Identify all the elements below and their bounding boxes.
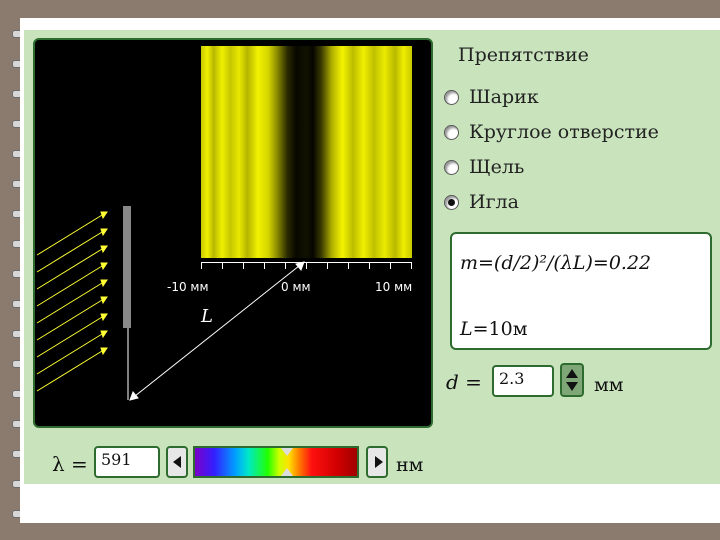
- radio-circle-icon[interactable]: [444, 159, 459, 175]
- needle-obstacle: [123, 206, 131, 328]
- diameter-symbol: d: [446, 370, 459, 394]
- radio-slit[interactable]: Щель: [444, 156, 524, 178]
- radio-needle[interactable]: Игла: [444, 191, 519, 213]
- distance-readout: L=10м: [460, 318, 528, 340]
- radio-label: Круглое отверстие: [469, 121, 659, 143]
- radio-label: Щель: [469, 156, 525, 178]
- simulation-view: -10 мм 0 мм 10 мм L: [33, 38, 433, 428]
- diameter-input[interactable]: 2.3: [492, 365, 554, 397]
- slider-thumb-top[interactable]: [281, 448, 293, 456]
- radio-checked-icon[interactable]: [444, 194, 459, 210]
- radio-ball[interactable]: Шарик: [444, 86, 539, 108]
- radio-label: Шарик: [469, 86, 539, 108]
- radio-round-hole[interactable]: Круглое отверстие: [444, 121, 659, 143]
- diameter-unit: мм: [594, 374, 624, 396]
- increment-icon[interactable]: [566, 369, 578, 378]
- diameter-label: d =: [446, 370, 482, 394]
- wavelength-slider[interactable]: [193, 446, 359, 478]
- radio-dot: [448, 198, 455, 206]
- wavelength-unit: нм: [396, 454, 424, 476]
- incoming-rays: [36, 211, 108, 392]
- wavelength-symbol: λ: [52, 452, 65, 476]
- diameter-equals: =: [465, 370, 482, 394]
- slider-thumb-bottom[interactable]: [281, 468, 293, 476]
- distance-symbol: L: [460, 318, 473, 340]
- diameter-stepper[interactable]: [560, 363, 584, 397]
- radio-label: Игла: [469, 191, 519, 213]
- arrow-right-icon: [375, 456, 383, 468]
- arrow-left-icon: [173, 456, 181, 468]
- obstacle-title: Препятствие: [458, 44, 589, 66]
- distance-arrow: [127, 261, 305, 401]
- wavelength-left-button[interactable]: [166, 446, 188, 478]
- wavelength-input[interactable]: 591: [94, 446, 160, 478]
- experiment-geometry: [36, 206, 305, 401]
- distance-label: L: [201, 306, 213, 327]
- distance-value: =10м: [472, 318, 528, 340]
- wavelength-label: λ =: [52, 452, 88, 476]
- radio-circle-icon[interactable]: [444, 124, 459, 140]
- wavelength-equals: =: [71, 452, 88, 476]
- formula-box: m=(d/2)²/(λL)=0.22 L=10м: [450, 232, 712, 350]
- wavelength-right-button[interactable]: [366, 446, 388, 478]
- decrement-icon[interactable]: [566, 382, 578, 391]
- radio-circle-icon[interactable]: [444, 89, 459, 105]
- fresnel-formula: m=(d/2)²/(λL)=0.22: [460, 252, 652, 274]
